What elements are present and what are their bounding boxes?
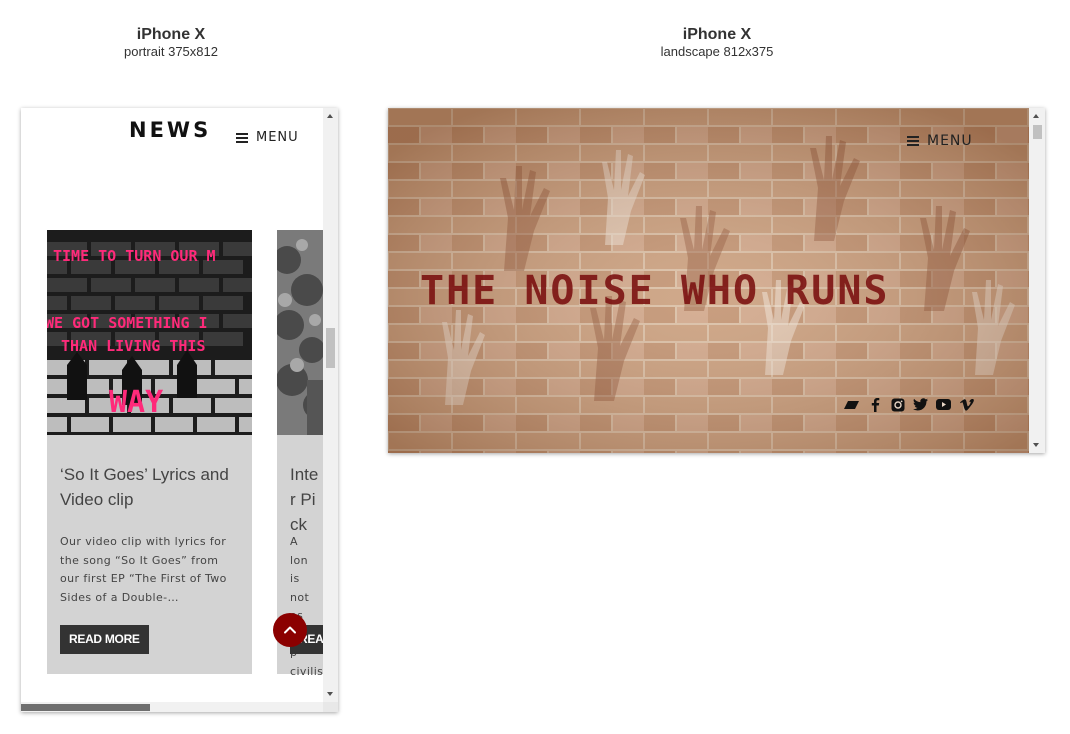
hero-title: THE NOISE WHO RUNS (420, 268, 890, 314)
news-card-excerpt: Our video clip with lyrics for the song … (60, 535, 227, 604)
scroll-down-arrow-icon[interactable] (327, 692, 333, 696)
vertical-scrollbar[interactable] (1029, 108, 1045, 453)
read-more-button[interactable]: READ MORE (60, 625, 149, 654)
poster-text-line: THAN LIVING THIS (61, 337, 206, 355)
facebook-icon[interactable] (866, 396, 883, 413)
landscape-viewport: MENU THE NOISE WHO RUNS (388, 108, 1029, 453)
news-card-image[interactable]: TIME TO TURN OUR M WE GOT SOMETHING I TH… (47, 230, 252, 435)
portrait-device-caption: iPhone X portrait 375x812 (90, 26, 252, 59)
hamburger-icon (236, 132, 248, 143)
scrollbar-thumb[interactable] (1033, 125, 1042, 139)
news-card-excerpt: A lon is not as a p civilis (290, 535, 323, 678)
youtube-icon[interactable] (935, 396, 952, 413)
hamburger-icon (907, 136, 919, 146)
scroll-up-arrow-icon[interactable] (327, 114, 333, 118)
menu-label: MENU (927, 133, 973, 149)
instagram-icon[interactable] (889, 396, 906, 413)
vertical-scrollbar[interactable] (323, 108, 338, 702)
landscape-device-frame: MENU THE NOISE WHO RUNS (388, 108, 1045, 453)
menu-button[interactable]: MENU (236, 130, 299, 145)
scroll-down-arrow-icon[interactable] (1033, 443, 1039, 447)
poster-text-line: TIME TO TURN OUR M (53, 247, 216, 265)
news-card-title[interactable]: ‘So It Goes’ Lyrics and Video clip (60, 462, 245, 512)
device-dimensions: portrait 375x812 (124, 44, 218, 59)
news-card-image[interactable] (277, 230, 323, 435)
social-links (843, 396, 975, 413)
news-card: TIME TO TURN OUR M WE GOT SOMETHING I TH… (47, 230, 252, 674)
device-dimensions: landscape 812x375 (660, 44, 774, 59)
news-card: Inter Pick A lon is not as a p civilis R… (277, 230, 323, 678)
device-name: iPhone X (136, 26, 206, 43)
chevron-up-icon (284, 626, 296, 634)
scroll-up-arrow-icon[interactable] (1033, 114, 1039, 118)
scroll-to-top-button[interactable] (273, 613, 307, 647)
scrollbar-thumb[interactable] (21, 704, 150, 711)
poster-text-line: WE GOT SOMETHING I (47, 314, 208, 332)
portrait-device-frame: NEWS MENU TIME TO TURN OUR M WE GOT SOME… (21, 108, 338, 712)
horizontal-scrollbar[interactable] (21, 702, 323, 712)
scrollbar-corner (323, 702, 338, 712)
portrait-viewport: NEWS MENU TIME TO TURN OUR M WE GOT SOME… (21, 108, 323, 702)
scrollbar-thumb[interactable] (326, 328, 335, 368)
news-card-title[interactable]: Inter Pick (290, 462, 322, 537)
site-header: NEWS MENU (21, 108, 323, 168)
poster-text-line: WAY (109, 385, 164, 420)
twitter-icon[interactable] (912, 396, 929, 413)
menu-label: MENU (256, 130, 299, 145)
menu-button[interactable]: MENU (907, 133, 973, 149)
bandcamp-icon[interactable] (843, 396, 860, 413)
vimeo-icon[interactable] (958, 396, 975, 413)
device-name: iPhone X (682, 26, 752, 43)
landscape-device-caption: iPhone X landscape 812x375 (617, 26, 817, 59)
page-title: NEWS (129, 118, 212, 142)
